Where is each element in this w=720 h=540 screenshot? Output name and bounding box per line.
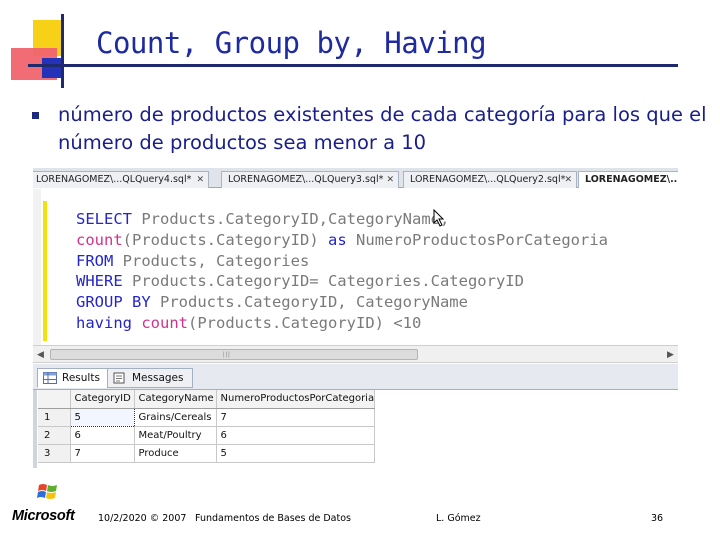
grid-cell[interactable]: 6 — [70, 426, 135, 445]
horizontal-scrollbar[interactable]: ◀ ||| ▶ — [33, 345, 678, 363]
table-row[interactable]: 2 6 Meat/Poultry 6 — [38, 426, 376, 445]
grid-icon — [43, 372, 57, 384]
decor-vertical-line — [61, 14, 64, 88]
sql-text: (Products.Category — [122, 230, 291, 249]
sql-text: Products.CategoryID= Categories.Category… — [122, 272, 524, 291]
results-left-edge — [33, 390, 37, 468]
close-icon[interactable]: ✕ — [386, 173, 394, 188]
windows-flag-icon — [37, 484, 57, 499]
decor-blue-square — [42, 58, 62, 78]
table-row[interactable]: 3 7 Produce 5 — [38, 444, 376, 463]
grid-cell[interactable]: Meat/Poultry — [134, 426, 217, 445]
grid-cell[interactable]: 5 — [69, 407, 135, 427]
row-number: 2 — [38, 426, 71, 445]
slide-title: Count, Group by, Having — [96, 26, 487, 60]
editor-tab-query2[interactable]: LORENAGOMEZ\...QLQuery2.sql* ✕ — [403, 171, 577, 188]
scroll-left-icon[interactable]: ◀ — [37, 349, 44, 360]
tab-messages[interactable]: Messages — [107, 368, 193, 388]
scroll-right-icon[interactable]: ▶ — [667, 349, 674, 360]
tab-messages-label: Messages — [132, 372, 184, 384]
sql-function: count — [76, 230, 123, 249]
bullet-square-icon — [32, 112, 39, 119]
editor-tab-query3[interactable]: LORENAGOMEZ\...QLQuery3.sql* ✕ — [221, 171, 399, 188]
page-number: 36 — [651, 513, 664, 524]
footer-course: Fundamentos de Bases de Datos — [195, 513, 351, 524]
sql-function: count — [141, 313, 189, 332]
editor-tab-label: LORENAGOMEZ\...QLQuery4.sql* — [36, 174, 192, 185]
sql-keyword: WHERE — [76, 272, 123, 291]
sql-text: Products.CategoryID, CategoryName — [150, 293, 468, 312]
sql-text: NumeroProductosPorCategoria — [356, 230, 608, 249]
editor-margin — [33, 189, 41, 345]
sql-keyword: as — [328, 230, 347, 249]
grid-corner — [38, 390, 71, 409]
change-indicator-bar — [43, 201, 47, 341]
grid-cell[interactable]: 6 — [216, 426, 376, 445]
grid-cell[interactable]: Grains/Cereals — [134, 408, 217, 427]
decor-horizontal-line — [28, 64, 678, 67]
close-icon[interactable]: ✕ — [196, 173, 204, 188]
sql-text: (Products.CategoryID) <10 — [188, 313, 422, 332]
editor-tab-query4[interactable]: LORENAGOMEZ\...QLQuery4.sql* ✕ — [33, 171, 209, 188]
sql-keyword: FROM — [76, 251, 114, 270]
editor-tab-bar: LORENAGOMEZ\...QLQuery4.sql* ✕ LORENAGOM… — [33, 168, 678, 188]
sql-keyword: SELECT — [76, 210, 132, 228]
ssms-screenshot: LORENAGOMEZ\...QLQuery4.sql* ✕ LORENAGOM… — [33, 168, 678, 468]
editor-tab-label: LORENAGOMEZ\...Q — [585, 174, 678, 185]
tab-results-label: Results — [62, 372, 100, 384]
row-number: 1 — [38, 408, 71, 427]
grip-icon: ||| — [223, 352, 231, 358]
results-tab-bar: Results Messages — [33, 364, 678, 390]
grid-cell[interactable]: 7 — [216, 408, 376, 427]
messages-icon — [113, 372, 125, 384]
scrollbar-thumb[interactable]: ||| — [50, 349, 418, 360]
sql-text: Products.Category — [132, 210, 300, 228]
sql-keyword: GROUP BY — [76, 293, 151, 312]
sql-code[interactable]: SELECT Products.CategoryID,CategoryName,… — [76, 209, 608, 334]
tab-results[interactable]: Results — [37, 368, 109, 388]
microsoft-logo: Microsoft — [12, 508, 75, 524]
sql-text: Products, Categories — [113, 251, 310, 270]
column-header[interactable]: NumeroProductosPorCategoria — [216, 390, 376, 409]
footer-date: 10/2/2020 © 2007 — [98, 513, 187, 524]
sql-text: ID — [290, 230, 310, 249]
row-number: 3 — [38, 444, 71, 463]
bullet-text: número de productos existentes de cada c… — [58, 103, 707, 154]
column-header[interactable]: CategoryName — [134, 390, 217, 409]
sql-text: ID — [299, 210, 319, 228]
grid-cell[interactable]: 7 — [70, 444, 135, 463]
sql-text: ) — [309, 230, 319, 249]
footer-author: L. Gómez — [436, 513, 481, 524]
grid-cell[interactable]: 5 — [216, 444, 376, 463]
column-header[interactable]: CategoryID — [70, 390, 135, 409]
editor-tab-active[interactable]: LORENAGOMEZ\...Q — [578, 171, 678, 188]
editor-tab-label: LORENAGOMEZ\...QLQuery2.sql* — [410, 174, 566, 185]
query-editor[interactable]: SELECT Products.CategoryID,CategoryName,… — [33, 189, 678, 345]
results-grid: CategoryID CategoryName NumeroProductosP… — [38, 390, 376, 463]
editor-tab-label: LORENAGOMEZ\...QLQuery3.sql* — [228, 174, 384, 185]
grid-cell[interactable]: Produce — [134, 444, 217, 463]
sql-keyword: having — [76, 313, 132, 332]
table-row[interactable]: 1 5 Grains/Cereals 7 — [38, 407, 376, 427]
close-icon[interactable]: ✕ — [564, 173, 572, 188]
grid-header-row: CategoryID CategoryName NumeroProductosP… — [38, 390, 376, 409]
sql-text: ,Category — [318, 210, 403, 228]
mouse-cursor-icon — [433, 209, 445, 227]
